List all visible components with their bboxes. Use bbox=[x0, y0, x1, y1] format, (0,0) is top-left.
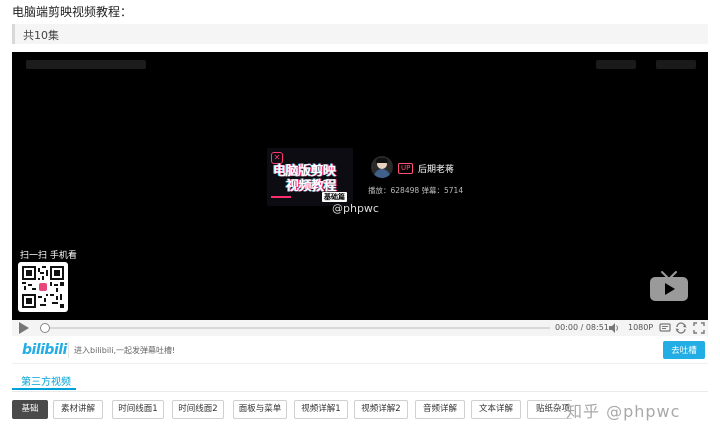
episode-count-bar: 共10集 bbox=[12, 24, 708, 44]
tab-third-party-video[interactable]: 第三方视频 bbox=[12, 370, 76, 390]
episode-list: 基础 素材讲解 时间线面1 时间线面2 面板与菜单 视频详解1 视频详解2 音频… bbox=[12, 400, 572, 420]
avatar[interactable] bbox=[371, 156, 393, 178]
video-stats: 播放：628498 弹幕：5714 bbox=[368, 186, 464, 195]
play-icon[interactable] bbox=[18, 322, 29, 334]
video-player[interactable]: ✕ 电脑版剪映 视频教程 基础篇 UP 后期老蒋 播放：628498 弹幕：57… bbox=[12, 52, 708, 320]
danmaku-bar: bilibili 进入bilibili,一起发弹幕吐槽! 去吐槽 bbox=[12, 338, 708, 364]
uploader-name[interactable]: 后期老蒋 bbox=[418, 162, 454, 175]
bilibili-logo[interactable]: bilibili bbox=[22, 342, 67, 358]
episode-chip[interactable]: 素材讲解 bbox=[53, 400, 103, 419]
episode-chip[interactable]: 基础 bbox=[12, 400, 48, 419]
video-watermark: @phpwc bbox=[332, 202, 379, 215]
player-title-placeholder bbox=[26, 60, 146, 69]
player-controls: 00:00 / 08:51 1080P bbox=[12, 320, 708, 336]
cover-glow bbox=[271, 196, 291, 198]
episode-chip[interactable]: 文本详解 bbox=[471, 400, 521, 419]
episode-chip[interactable]: 时间线面2 bbox=[172, 400, 224, 419]
time-display: 00:00 / 08:51 bbox=[555, 323, 609, 332]
episode-chip[interactable]: 视频详解2 bbox=[354, 400, 408, 419]
episode-count: 共10集 bbox=[23, 29, 59, 42]
divider bbox=[12, 391, 708, 392]
tab-label: 第三方视频 bbox=[21, 377, 71, 388]
tv-icon[interactable] bbox=[648, 270, 690, 304]
progress-handle[interactable] bbox=[40, 323, 50, 333]
up-tag: UP bbox=[398, 163, 414, 174]
episode-chip[interactable]: 音频详解 bbox=[415, 400, 465, 419]
cover-badge: 基础篇 bbox=[322, 192, 347, 202]
danmaku-hint[interactable]: 进入bilibili,一起发弹幕吐槽! bbox=[74, 345, 175, 356]
qr-title: 扫一扫 手机看 bbox=[20, 251, 77, 261]
episode-chip[interactable]: 面板与菜单 bbox=[233, 400, 287, 419]
page-title: 电脑端剪映视频教程： bbox=[12, 5, 133, 19]
fullscreen-icon[interactable] bbox=[693, 322, 705, 334]
site-watermark: 知乎 @phpwc bbox=[566, 402, 681, 421]
quality-selector[interactable]: 1080P bbox=[628, 323, 653, 332]
progress-bar[interactable] bbox=[44, 327, 550, 329]
loop-icon[interactable] bbox=[675, 322, 687, 334]
episode-chip[interactable]: 视频详解1 bbox=[294, 400, 348, 419]
danmaku-send-button[interactable]: 去吐槽 bbox=[663, 341, 705, 359]
qr-code-icon bbox=[22, 266, 64, 308]
video-cover[interactable]: ✕ 电脑版剪映 视频教程 基础篇 bbox=[267, 148, 353, 206]
qr-code bbox=[18, 262, 68, 312]
danmaku-toggle-icon[interactable] bbox=[659, 322, 671, 334]
episode-chip[interactable]: 时间线面1 bbox=[112, 400, 164, 419]
divider bbox=[68, 342, 69, 358]
player-top-actions bbox=[596, 60, 696, 69]
volume-icon[interactable] bbox=[609, 323, 619, 333]
